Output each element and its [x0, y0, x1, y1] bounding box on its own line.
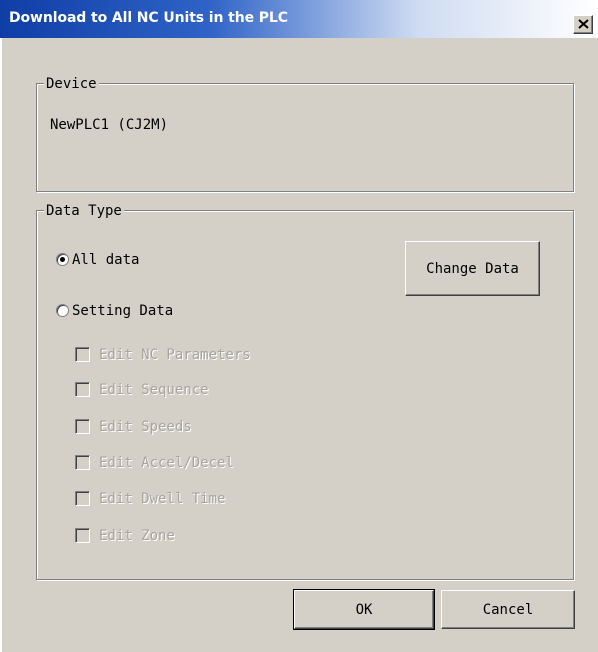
close-button[interactable] — [573, 15, 593, 34]
radio-setting-data-label[interactable]: Setting Data — [72, 303, 173, 319]
device-group-label: Device — [44, 76, 99, 92]
device-name: NewPLC1 (CJ2M) — [50, 117, 169, 133]
device-groupbox — [36, 83, 574, 192]
checkbox-box[interactable] — [75, 347, 90, 362]
checkbox-label[interactable]: Edit NC Parameters — [99, 347, 251, 363]
dialog-title: Download to All NC Units in the PLC — [9, 10, 288, 26]
change-data-button[interactable]: Change Data — [405, 241, 540, 296]
checkbox-label[interactable]: Edit Sequence — [99, 382, 209, 398]
checkbox-label[interactable]: Edit Dwell Time — [99, 491, 225, 507]
title-bar: Download to All NC Units in the PLC — [0, 0, 598, 38]
ok-button[interactable]: OK — [293, 589, 435, 630]
checkbox-box[interactable] — [75, 455, 90, 470]
checkbox-box[interactable] — [75, 382, 90, 397]
checkbox-box[interactable] — [75, 528, 90, 543]
radio-selected-dot — [60, 257, 65, 262]
window-left-edge — [0, 38, 2, 652]
checkbox-label[interactable]: Edit Accel/Decel — [99, 455, 234, 471]
cancel-button[interactable]: Cancel — [441, 590, 575, 629]
radio-setting-data-circle[interactable] — [56, 304, 69, 317]
checkbox-label[interactable]: Edit Speeds — [99, 419, 192, 435]
close-icon — [578, 19, 589, 29]
checkbox-label[interactable]: Edit Zone — [99, 528, 175, 544]
checkbox-box[interactable] — [75, 491, 90, 506]
data-type-group-label: Data Type — [44, 203, 124, 219]
radio-all-data-circle[interactable] — [56, 253, 69, 266]
checkbox-box[interactable] — [75, 419, 90, 434]
radio-all-data-label[interactable]: All data — [72, 252, 139, 268]
